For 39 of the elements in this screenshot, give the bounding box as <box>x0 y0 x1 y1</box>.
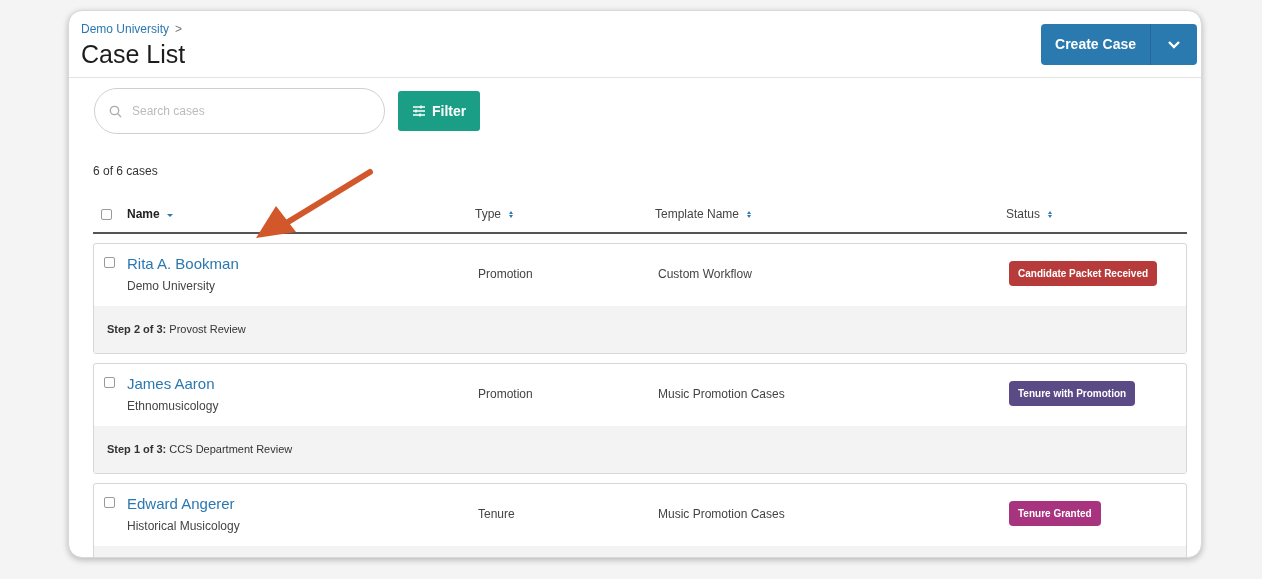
sliders-icon <box>412 105 426 117</box>
case-name-link[interactable]: James Aaron <box>127 376 219 392</box>
sort-icon[interactable] <box>507 209 515 219</box>
status-badge: Candidate Packet Received <box>1009 261 1158 286</box>
column-header[interactable]: Status <box>1006 205 1041 223</box>
type-cell-text: Tenure <box>478 506 515 523</box>
status-badge: Tenure Granted <box>1009 501 1101 526</box>
step-text: Step 1 of 3: CCS Department Review <box>107 442 293 458</box>
template-cell-text: Music Promotion Cases <box>658 386 785 403</box>
breadcrumb-separator: > <box>175 21 183 38</box>
sort-icon[interactable] <box>1046 209 1055 219</box>
create-case-button[interactable]: Create Case <box>1041 24 1151 65</box>
row-checkbox[interactable] <box>104 497 115 508</box>
column-header[interactable]: Name <box>127 205 160 223</box>
search-icon <box>109 105 122 118</box>
chevron-down-icon <box>1167 40 1181 49</box>
breadcrumb-link[interactable]: Demo University <box>81 20 170 38</box>
department-text: Historical Musicology <box>127 518 240 535</box>
type-cell-text: Promotion <box>478 386 533 403</box>
filter-button[interactable]: Filter <box>398 91 481 131</box>
column-header[interactable]: Type <box>475 205 501 223</box>
case-name-link[interactable]: Rita A. Bookman <box>127 256 239 272</box>
type-cell-text: Promotion <box>478 266 533 283</box>
step-text: Step 2 of 3: Provost Review <box>107 322 246 338</box>
dropdown-button[interactable] <box>1151 24 1197 65</box>
search-field[interactable]: Search cases <box>94 88 385 134</box>
template-cell-text: Custom Workflow <box>658 266 752 283</box>
status-badge: Tenure with Promotion <box>1009 381 1136 406</box>
sort-icon[interactable] <box>745 209 754 219</box>
row-checkbox[interactable] <box>104 257 115 268</box>
case-count: 6 of 6 cases <box>92 163 159 180</box>
column-header[interactable]: Template Name <box>655 205 740 223</box>
department-text: Demo University <box>127 278 217 295</box>
page-title: Case List <box>81 39 186 70</box>
department-text: Ethnomusicology <box>127 398 219 415</box>
row-checkbox[interactable] <box>104 377 115 388</box>
select-all-checkbox[interactable] <box>101 208 112 220</box>
case-name-link[interactable]: Edward Angerer <box>127 496 240 512</box>
template-cell-text: Music Promotion Cases <box>658 506 785 523</box>
